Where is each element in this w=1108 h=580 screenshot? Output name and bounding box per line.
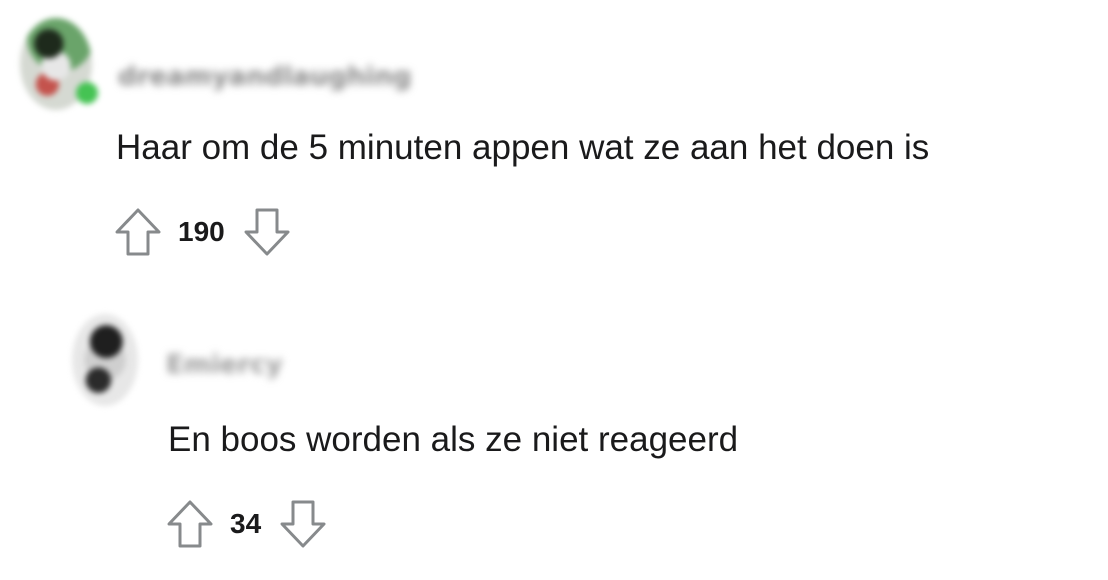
- online-status-icon: [76, 82, 98, 104]
- upvote-arrow-icon: [167, 500, 213, 548]
- comment-reply: Emiercy En boos worden als ze niet reage…: [72, 308, 1072, 568]
- downvote-arrow-icon: [280, 500, 326, 548]
- downvote-button[interactable]: [241, 206, 293, 258]
- upvote-button[interactable]: [164, 498, 216, 550]
- comment-body: Haar om de 5 minuten appen wat ze aan he…: [116, 128, 930, 167]
- upvote-arrow-icon: [115, 208, 161, 256]
- upvote-button[interactable]: [112, 206, 164, 258]
- downvote-button[interactable]: [277, 498, 329, 550]
- avatar[interactable]: [20, 18, 98, 110]
- downvote-arrow-icon: [244, 208, 290, 256]
- comment-body: En boos worden als ze niet reageerd: [168, 420, 739, 459]
- comment-username[interactable]: dreamyandlaughing: [118, 62, 411, 92]
- vote-bar: 34: [164, 498, 329, 550]
- avatar[interactable]: [72, 314, 138, 406]
- comment-username[interactable]: Emiercy: [166, 350, 283, 380]
- comment: dreamyandlaughing Haar om de 5 minuten a…: [20, 18, 1080, 268]
- vote-count: 190: [178, 216, 225, 247]
- vote-bar: 190: [112, 206, 293, 258]
- vote-count: 34: [230, 508, 262, 539]
